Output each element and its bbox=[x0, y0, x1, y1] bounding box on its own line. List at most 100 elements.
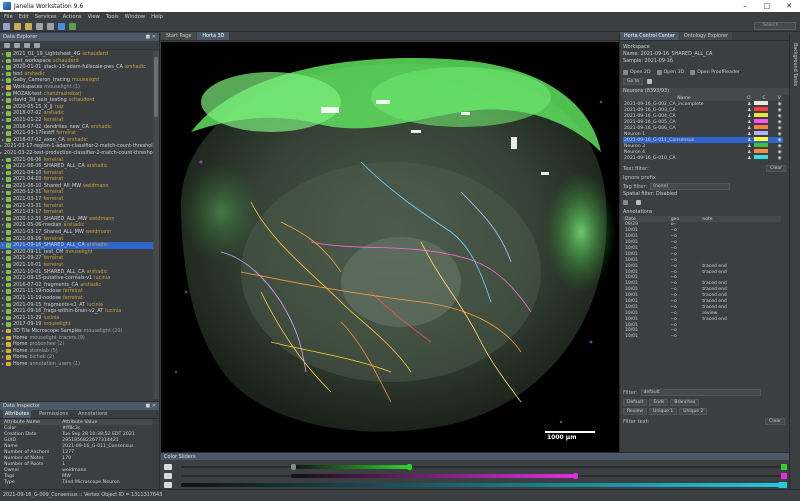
tree-item[interactable]: ▸ MOZAK-test chandrashekarj bbox=[0, 91, 153, 98]
clear-button[interactable]: Clear bbox=[766, 165, 786, 172]
clear-button[interactable]: Clear bbox=[765, 418, 785, 425]
tree-scrollbar[interactable] bbox=[153, 51, 159, 399]
background-tasks-strip[interactable]: Background Tasks bbox=[789, 33, 800, 489]
slider-knob[interactable] bbox=[291, 464, 296, 470]
tab-start-page[interactable]: Start Page bbox=[161, 32, 197, 40]
tab-attributes[interactable]: Attributes bbox=[3, 410, 32, 418]
neuron-row[interactable]: 2021-09-16_G-002_CA_incomplete ♟ ◉ bbox=[623, 101, 783, 107]
tree-item[interactable]: ▸ 2021-09-27 ferreirat bbox=[0, 255, 153, 262]
folder-icon[interactable] bbox=[14, 22, 21, 30]
tree-item[interactable]: ▸ 2021-05-06-median arshadic bbox=[0, 222, 153, 229]
channel-color-swatch[interactable] bbox=[781, 473, 787, 479]
eye-icon[interactable] bbox=[164, 464, 172, 470]
ignore-prefix-checkbox[interactable]: Ignore prefix bbox=[623, 175, 656, 181]
slider-range[interactable] bbox=[181, 483, 781, 487]
tab-horta-3d[interactable]: Horta 3D bbox=[197, 32, 230, 40]
tree-item[interactable]: ▸ 2021-03-17 ferreirat bbox=[0, 196, 153, 203]
tab-permissions[interactable]: Permissions bbox=[37, 410, 70, 418]
tree-item[interactable]: ▸ 2021-06-06 ferreirat bbox=[0, 157, 153, 164]
filter-tab-branches[interactable]: Branches bbox=[670, 399, 700, 406]
menu-help[interactable]: Help bbox=[151, 14, 163, 20]
settings-button[interactable] bbox=[647, 79, 654, 84]
tree-item[interactable]: ▸ 2021-03-22-test-production-classifier-2… bbox=[0, 150, 153, 157]
home-icon[interactable] bbox=[14, 42, 20, 48]
neuron-color-swatch[interactable] bbox=[753, 137, 768, 142]
background-tasks-label[interactable]: Background Tasks bbox=[792, 43, 797, 86]
slider-range[interactable] bbox=[291, 474, 576, 478]
tree-item[interactable]: ▸ david_3d_axis_testing schauderd bbox=[0, 97, 153, 104]
tree-item[interactable]: ▸ 3D Tile Microscope Samples mouselight (2… bbox=[0, 328, 153, 335]
tree-item[interactable]: ▸ 2021-06-06_SHARED_ALL_CA arshadic bbox=[0, 163, 153, 170]
tree-item[interactable]: ▸ 2017-09-19 mouselight bbox=[0, 321, 153, 328]
filter-tab-default[interactable]: Default bbox=[623, 399, 648, 406]
filter-tab-unique-2[interactable]: Unique 2 bbox=[679, 408, 708, 415]
tree-item[interactable]: ▸ Gaby_Cameron_tracing mouselight bbox=[0, 77, 153, 84]
menu-view[interactable]: View bbox=[88, 14, 100, 20]
tree-item[interactable]: ▸ 2021-01-22 ferreirat bbox=[0, 117, 153, 124]
tree-item[interactable]: ▸ 2020-01-01_stack-13-adam-fullscale-pws_… bbox=[0, 64, 153, 71]
tree-item[interactable]: ▸ 2021-09-15-putative-cormals-v1 lucinia bbox=[0, 275, 153, 282]
tree-item[interactable]: ▸ 2021-03-17_Shared_ALL_MW weidmann bbox=[0, 229, 153, 236]
collapse-icon[interactable] bbox=[34, 42, 40, 48]
close-icon[interactable]: ■ ✕ bbox=[145, 403, 156, 409]
neuron-color-swatch[interactable] bbox=[753, 101, 768, 106]
tree-item[interactable]: ▸ 2020-12-31_SHARED_ALL_MW weidmann bbox=[0, 216, 153, 223]
tree-item[interactable]: ▸ 2021-03-17-region-1-adam-classifier-2-m… bbox=[0, 143, 153, 150]
close-button[interactable]: ✕ bbox=[778, 2, 800, 10]
tree-item[interactable]: ▸ 2021-06-10_Shared_All_MW weidmann bbox=[0, 183, 153, 190]
tree-item[interactable]: ▸ test arshadic bbox=[0, 71, 153, 78]
green-channel-slider[interactable] bbox=[161, 463, 789, 471]
close-icon[interactable]: ■ ✕ bbox=[145, 34, 156, 40]
expand-icon[interactable] bbox=[24, 42, 30, 48]
tag-filter-select[interactable]: (none) bbox=[650, 183, 731, 190]
tree-item[interactable]: ▸ 2018-07-02_axon_CA arshadic bbox=[0, 137, 153, 144]
menu-services[interactable]: Services bbox=[35, 14, 57, 20]
neuron-color-swatch[interactable] bbox=[753, 149, 768, 154]
tab-annotations[interactable]: Annotations bbox=[76, 410, 109, 418]
channel-color-swatch[interactable] bbox=[781, 482, 787, 488]
search-icon[interactable] bbox=[3, 22, 10, 30]
menu-window[interactable]: Window bbox=[125, 14, 145, 20]
open-proofreader-button[interactable]: Open ProofReader bbox=[690, 70, 740, 75]
tree-item[interactable]: ▸ 2016-07-02_dendrites_new_CA arshadic bbox=[0, 124, 153, 131]
spatial-settings-button[interactable] bbox=[636, 200, 643, 205]
menu-tools[interactable]: Tools bbox=[106, 14, 119, 20]
tree-item[interactable]: ▸ Home annotation_users (1) bbox=[0, 361, 153, 368]
neuron-color-swatch[interactable] bbox=[753, 143, 768, 148]
tree-item[interactable]: ▸ 2021-03-31 ferreirat bbox=[0, 203, 153, 210]
filter-tab-review[interactable]: Review bbox=[623, 408, 648, 415]
tree-item[interactable]: ▸ 2018-07-02 arshadic bbox=[0, 110, 153, 117]
neuron-color-swatch[interactable] bbox=[753, 131, 768, 136]
tree-item[interactable]: ▸ 2021-09-16_frags-within-brain-v2_AT luci… bbox=[0, 308, 153, 315]
tree-item[interactable]: ▸ test_workspace schauderd bbox=[0, 58, 153, 65]
magenta-channel-slider[interactable] bbox=[161, 472, 789, 480]
spatial-filter-button[interactable] bbox=[623, 200, 630, 205]
tree-item[interactable]: ▸ Home mouselight_tracers (9) bbox=[0, 335, 153, 342]
tree-item[interactable]: ▸ 2021-11-19-nodose ferreirat bbox=[0, 295, 153, 302]
menu-edit[interactable]: Edit bbox=[19, 14, 29, 20]
cyan-channel-slider[interactable] bbox=[161, 481, 789, 489]
tree-item[interactable]: ▸ Home probonhee (2) bbox=[0, 341, 153, 348]
neuron-color-swatch[interactable] bbox=[753, 119, 768, 124]
grid-icon[interactable] bbox=[58, 22, 65, 30]
annotation-row[interactable]: 10/01 --o bbox=[623, 334, 781, 340]
minimize-button[interactable]: – bbox=[734, 2, 756, 10]
tree-item[interactable]: ▸ 2021-03-17testff ferreirat bbox=[0, 130, 153, 137]
slider-knob[interactable] bbox=[573, 473, 578, 479]
tree-item[interactable]: ▸ 2020-09-11_test_CM mouselight bbox=[0, 249, 153, 256]
neuron-color-swatch[interactable] bbox=[753, 155, 768, 160]
filter-tab-ends[interactable]: Ends bbox=[649, 399, 669, 406]
scrollbar-thumb[interactable] bbox=[154, 57, 158, 117]
horta-3d-viewer[interactable]: 1000 μm bbox=[161, 42, 619, 452]
attribute-row[interactable]: Type Tiled Microscope Neuron bbox=[2, 479, 152, 485]
open-3d-button[interactable]: Open 3D bbox=[656, 70, 684, 75]
menu-file[interactable]: File bbox=[4, 14, 13, 20]
back-icon[interactable] bbox=[36, 22, 43, 30]
tree-item[interactable]: ▸ 2021_01_19_Lightsheet_4G schauderd bbox=[0, 51, 153, 58]
attribute-row[interactable]: Creation Date Tue Sep 28 10:38:52 EDT 202… bbox=[2, 431, 152, 437]
filter-tab-unique-1[interactable]: Unique 1 bbox=[649, 408, 678, 415]
goto-button[interactable]: Go to bbox=[623, 78, 644, 85]
neuron-color-swatch[interactable] bbox=[753, 113, 768, 118]
tree-item[interactable]: ▸ 2016-07-02_fragments_CA arshadic bbox=[0, 282, 153, 289]
tree-item[interactable]: ▸ 2021-10-01_SHARED_ALL_CA arshadic bbox=[0, 269, 153, 276]
